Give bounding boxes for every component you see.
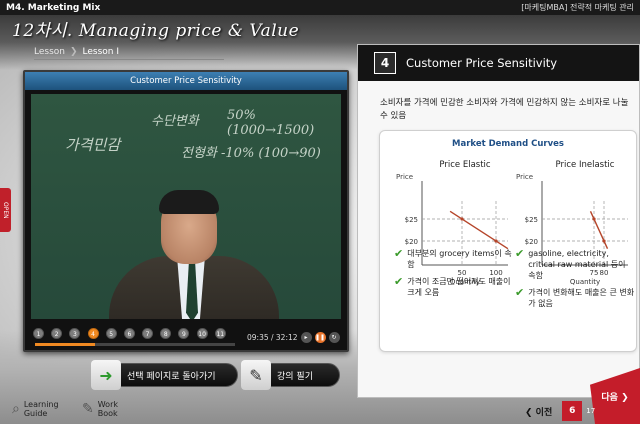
y-tick-label: $20: [405, 238, 418, 246]
chapter-marker-8[interactable]: 8: [160, 328, 172, 339]
goto-page-label: 선택 페이지로 돌아가기: [127, 371, 216, 382]
open-panel-tab[interactable]: OPEN: [0, 188, 11, 232]
inelastic-bullets: ✔ gasoline, electricity, critical raw mat…: [515, 248, 635, 315]
chapter-marker-6[interactable]: 6: [123, 328, 135, 339]
video-title: Customer Price Sensitivity: [25, 72, 347, 90]
content-header: 4 Customer Price Sensitivity: [358, 45, 639, 81]
goto-page-button[interactable]: ➜ 선택 페이지로 돌아가기: [91, 360, 238, 390]
current-page: 6: [562, 401, 583, 421]
content-panel: 4 Customer Price Sensitivity 소비자를 가격에 민감…: [357, 44, 640, 398]
prev-page-button[interactable]: ❮ 이전: [525, 405, 552, 418]
demand-curve: [449, 210, 509, 250]
lecture-notes-button[interactable]: ✎ 강의 필기: [241, 360, 340, 390]
top-bar: M4. Marketing Mix [마케팅MBA] 전략적 마케팅 관리: [0, 0, 640, 15]
demand-curve: [589, 211, 609, 249]
breadcrumb-root[interactable]: Lesson: [34, 47, 65, 57]
total-pages: 17: [586, 407, 596, 415]
video-controls: 1 2 3 4 5 6 7 8 9 10 11 09:35 / 32:12 ▸ ❚❚ ↻: [31, 324, 341, 350]
y-tick-label: $25: [405, 216, 418, 224]
data-point: [460, 217, 464, 221]
course-category: [마케팅MBA] 전략적 마케팅 관리: [521, 3, 634, 12]
content-number: 4: [374, 52, 396, 74]
check-icon: ✔: [394, 247, 404, 260]
chalk-text: 50% (1000→1500): [227, 108, 315, 138]
bullet-item: ✔ 가격이 조금만 떨어져도 매출이 크게 오름: [394, 276, 514, 298]
breadcrumb-separator-icon: ❯: [69, 46, 78, 57]
presenter-figure: [109, 190, 279, 319]
demand-curves-card: Market Demand Curves Price Elastic Price $…: [379, 130, 637, 352]
chapter-marker-1[interactable]: 1: [33, 328, 44, 339]
video-player: Customer Price Sensitivity 50% (1000→150…: [23, 70, 349, 352]
lesson-title: 12차시. Managing price & Value: [12, 21, 300, 41]
chapter-marker-2[interactable]: 2: [51, 328, 63, 339]
page-navigation: ❮ 이전 6 17: [525, 398, 640, 424]
check-icon: ✔: [515, 247, 525, 260]
check-icon: ✔: [515, 286, 525, 299]
data-point: [602, 239, 606, 243]
bullet-item: ✔ 대부분의 grocery items이 속함: [394, 248, 514, 270]
chapter-marker-3[interactable]: 3: [69, 328, 81, 339]
check-icon: ✔: [394, 275, 404, 288]
chapter-marker-11[interactable]: 11: [214, 328, 226, 339]
progress-fill: [35, 343, 95, 346]
learning-guide-button[interactable]: ⌕ Learning Guide: [12, 400, 59, 418]
learning-guide-label: Guide: [23, 409, 48, 418]
lecture-notes-label: 강의 필기: [277, 371, 313, 382]
next-chapter-icon[interactable]: ▸: [300, 331, 312, 343]
demand-curves-chart: Price ElasticPrice$25$2050 100QuantityPri…: [396, 160, 628, 286]
y-axis-label: Price: [396, 173, 413, 181]
bullet-item: ✔ 가격이 변화해도 매출은 큰 변화가 없음: [515, 287, 635, 309]
learning-guide-label: Learning: [23, 400, 59, 409]
time-readout: 09:35 / 32:12: [247, 332, 298, 342]
y-tick-label: $25: [525, 216, 538, 224]
chart-title: Price Inelastic: [556, 160, 615, 170]
y-tick-label: $20: [525, 238, 538, 246]
chalk-text: 수단변화: [151, 114, 199, 129]
content-title: Customer Price Sensitivity: [406, 56, 558, 70]
chalk-text: 가격민감: [65, 136, 121, 154]
chapter-marker-10[interactable]: 10: [196, 328, 208, 339]
chart-title: Price Elastic: [439, 160, 491, 170]
breadcrumb: Lesson ❯ Lesson I: [34, 44, 224, 60]
notepad-icon: ✎: [241, 360, 271, 390]
chapter-marker-4[interactable]: 4: [87, 328, 99, 339]
bullet-item: ✔ gasoline, electricity, critical raw mat…: [515, 248, 635, 281]
bullet-text: gasoline, electricity, critical raw mate…: [528, 249, 626, 280]
work-book-button[interactable]: ✎ Work Book: [82, 400, 118, 418]
chapter-marker-5[interactable]: 5: [105, 328, 117, 339]
back-arrow-icon: ➜: [91, 360, 121, 390]
breadcrumb-current: Lesson I: [82, 46, 120, 57]
pause-icon[interactable]: ❚❚: [314, 331, 326, 343]
content-description: 소비자를 가격에 민감한 소비자와 가격에 민감하지 않는 소비자로 나눌 수 …: [380, 98, 629, 121]
bullet-text: 가격이 변화해도 매출은 큰 변화가 없음: [528, 288, 635, 308]
data-point: [494, 239, 498, 243]
course-title: M4. Marketing Mix: [6, 2, 101, 13]
work-book-label: Book: [97, 409, 118, 418]
work-book-label: Work: [97, 400, 118, 409]
chalk-text: 전형화 -10% (100→90): [181, 146, 321, 161]
progress-track[interactable]: [35, 343, 235, 346]
chapter-marker-7[interactable]: 7: [142, 328, 154, 339]
book-icon: ✎: [82, 400, 94, 417]
video-screen[interactable]: 50% (1000→1500) 가격민감 수단변화 전형화 -10% (100→…: [31, 94, 341, 319]
magnifier-icon: ⌕: [12, 400, 20, 417]
bullet-text: 가격이 조금만 떨어져도 매출이 크게 오름: [407, 277, 511, 297]
chapter-markers: 1 2 3 4 5 6 7 8 9 10 11: [31, 324, 241, 350]
elastic-bullets: ✔ 대부분의 grocery items이 속함 ✔ 가격이 조금만 떨어져도 매출…: [394, 248, 514, 304]
bullet-text: 대부분의 grocery items이 속함: [407, 249, 512, 269]
y-axis-label: Price: [516, 173, 533, 181]
chapter-marker-9[interactable]: 9: [178, 328, 190, 339]
data-point: [592, 217, 596, 221]
repeat-icon[interactable]: ↻: [328, 331, 340, 343]
